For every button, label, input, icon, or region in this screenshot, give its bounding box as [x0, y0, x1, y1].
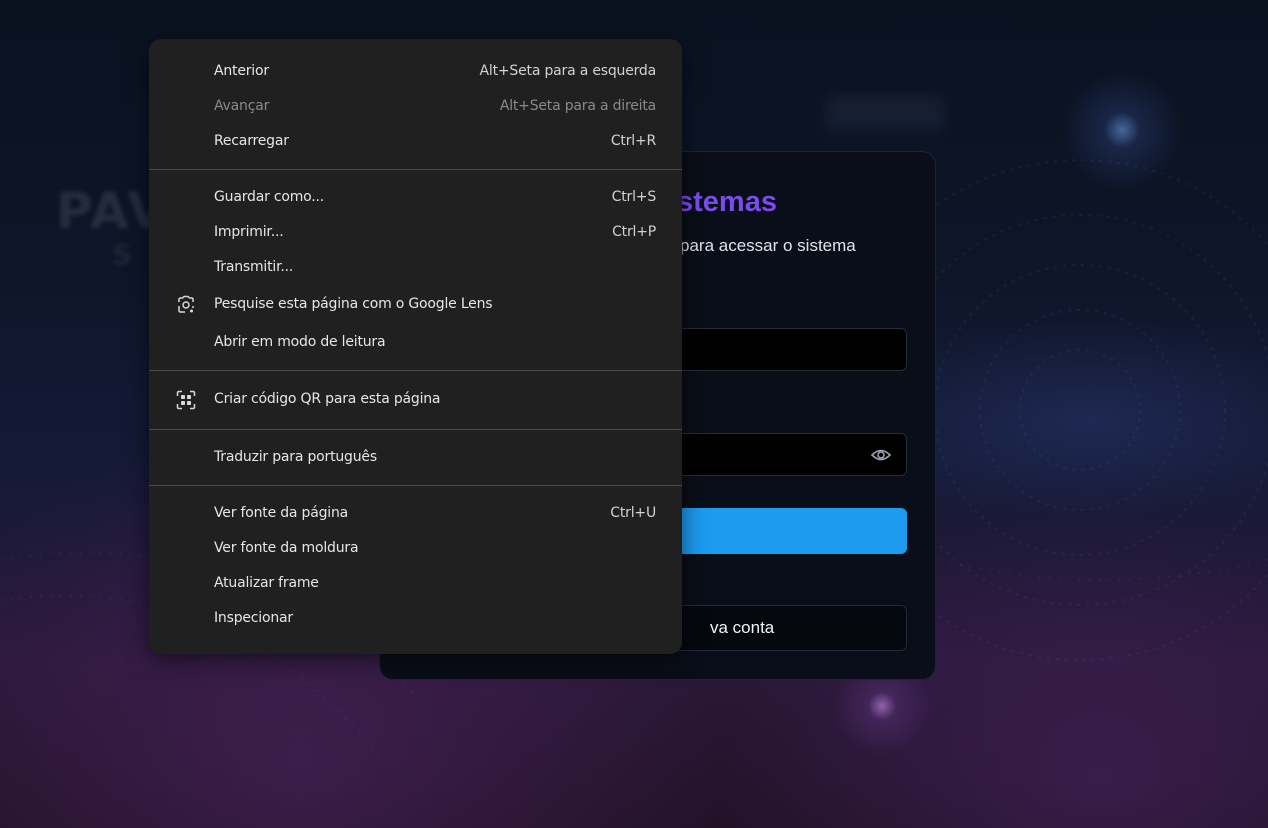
browser-context-menu: Anterior Alt+Seta para a esquerda Avança… [149, 39, 682, 654]
menu-item-print[interactable]: Imprimir... Ctrl+P [149, 215, 682, 250]
eye-icon[interactable] [870, 445, 892, 465]
menu-item-reading-mode[interactable]: Abrir em modo de leitura [149, 325, 682, 360]
menu-item-label: Inspecionar [214, 610, 293, 626]
menu-item-label: Atualizar frame [214, 575, 319, 591]
menu-item-shortcut: Ctrl+R [610, 133, 656, 149]
menu-item-label: Transmitir... [214, 259, 294, 275]
menu-item-google-lens[interactable]: Pesquise esta página com o Google Lens [149, 287, 682, 322]
menu-item-forward: Avançar Alt+Seta para a direita [149, 89, 682, 124]
menu-item-label: Anterior [214, 63, 269, 79]
menu-divider [149, 429, 682, 430]
menu-item-reload[interactable]: Recarregar Ctrl+R [149, 124, 682, 159]
google-lens-icon [178, 295, 194, 313]
menu-divider [149, 485, 682, 486]
menu-item-label: Avançar [214, 98, 270, 114]
menu-item-view-frame-source[interactable]: Ver fonte da moldura [149, 531, 682, 566]
menu-divider [149, 370, 682, 371]
menu-item-label: Pesquise esta página com o Google Lens [214, 296, 493, 312]
menu-item-label: Abrir em modo de leitura [214, 334, 386, 350]
menu-item-label: Recarregar [214, 133, 289, 149]
menu-item-label: Imprimir... [214, 224, 284, 240]
menu-item-label: Traduzir para português [214, 449, 377, 465]
menu-item-translate[interactable]: Traduzir para português [149, 440, 682, 475]
menu-item-shortcut: Ctrl+U [610, 505, 656, 521]
menu-divider [149, 169, 682, 170]
menu-item-view-source[interactable]: Ver fonte da página Ctrl+U [149, 496, 682, 531]
menu-item-shortcut: Ctrl+P [612, 224, 656, 240]
menu-item-back[interactable]: Anterior Alt+Seta para a esquerda [149, 54, 682, 89]
menu-item-label: Guardar como... [214, 189, 325, 205]
menu-item-label: Criar código QR para esta página [214, 391, 441, 407]
menu-item-reload-frame[interactable]: Atualizar frame [149, 566, 682, 601]
menu-item-cast[interactable]: Transmitir... [149, 250, 682, 285]
menu-item-qr-code[interactable]: Criar código QR para esta página [149, 382, 682, 417]
background-brand-subtitle: S [112, 238, 133, 271]
menu-item-label: Ver fonte da moldura [214, 540, 359, 556]
menu-item-save-as[interactable]: Guardar como... Ctrl+S [149, 180, 682, 215]
background-blurred-text [826, 96, 944, 130]
menu-item-inspect[interactable]: Inspecionar [149, 601, 682, 636]
menu-item-shortcut: Ctrl+S [611, 189, 657, 205]
menu-item-shortcut: Alt+Seta para a esquerda [479, 63, 657, 79]
qr-code-icon [176, 390, 196, 410]
menu-item-shortcut: Alt+Seta para a direita [499, 98, 656, 114]
menu-item-label: Ver fonte da página [214, 505, 349, 521]
